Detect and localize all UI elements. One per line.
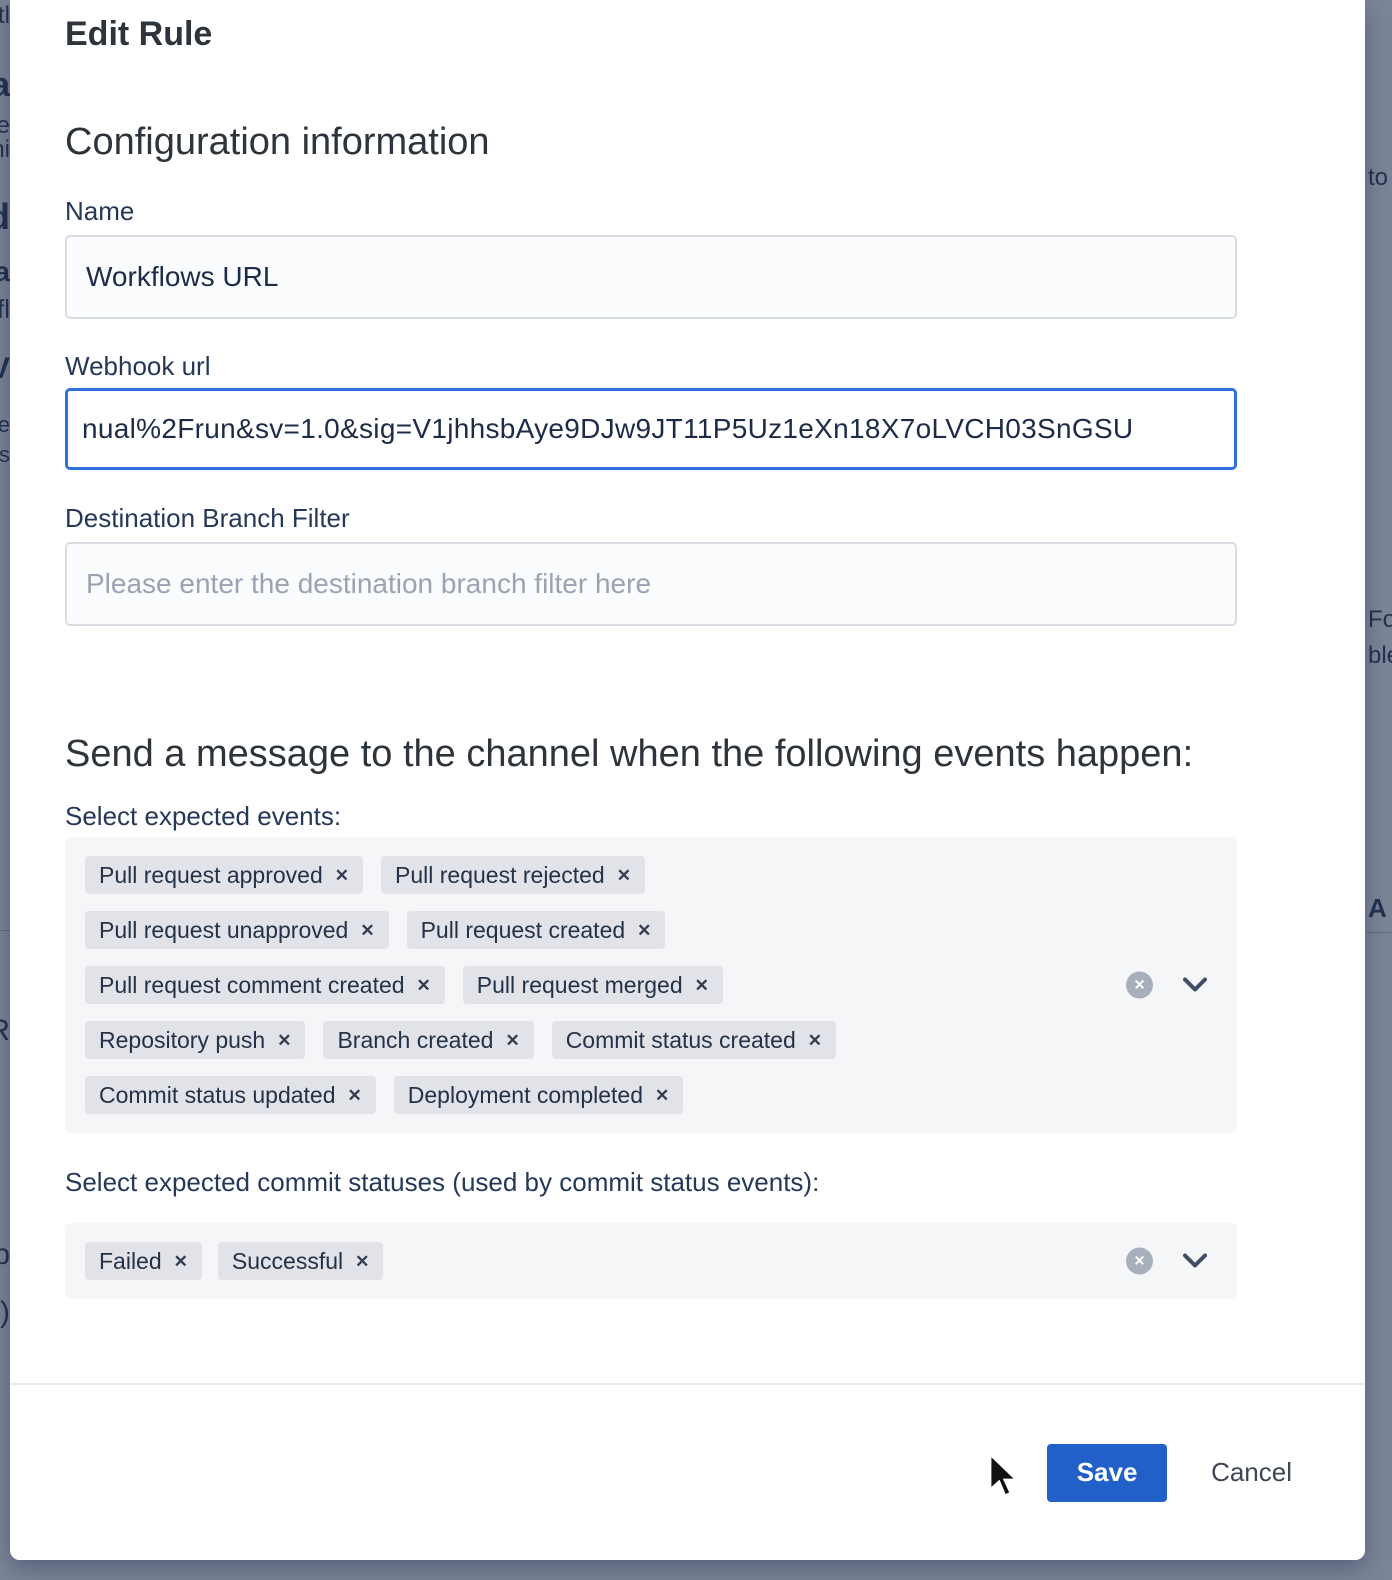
remove-tag-icon[interactable]: ✕: [277, 1032, 291, 1049]
clear-all-icon[interactable]: ✕: [1126, 972, 1153, 999]
dialog-title: Edit Rule: [65, 14, 1245, 54]
dialog-footer: Save Cancel: [10, 1383, 1365, 1560]
name-label: Name: [65, 196, 1245, 226]
edit-rule-dialog: Edit Rule Configuration information Name…: [10, 0, 1365, 1560]
chevron-down-icon[interactable]: [1183, 1254, 1207, 1269]
remove-tag-icon[interactable]: ✕: [505, 1032, 519, 1049]
config-section-heading: Configuration information: [65, 118, 1245, 166]
event-tag: Pull request comment created✕: [85, 966, 445, 1004]
save-button[interactable]: Save: [1047, 1444, 1167, 1502]
bg-divider: [1366, 932, 1392, 933]
remove-tag-icon[interactable]: ✕: [417, 977, 431, 994]
name-input[interactable]: [65, 235, 1237, 319]
expected-events-multiselect[interactable]: Pull request approved✕ Pull request reje…: [65, 837, 1237, 1133]
remove-tag-icon[interactable]: ✕: [355, 1253, 369, 1270]
event-tag: Pull request merged✕: [463, 966, 723, 1004]
event-tag: Commit status updated✕: [85, 1076, 376, 1114]
clear-all-icon[interactable]: ✕: [1126, 1248, 1153, 1275]
event-tag: Deployment completed✕: [394, 1076, 683, 1114]
webhook-url-label: Webhook url: [65, 351, 1245, 381]
remove-tag-icon[interactable]: ✕: [335, 867, 349, 884]
event-tag: Branch created✕: [323, 1021, 533, 1059]
destination-branch-filter-input[interactable]: [65, 542, 1237, 626]
remove-tag-icon[interactable]: ✕: [637, 922, 651, 939]
remove-tag-icon[interactable]: ✕: [348, 1087, 362, 1104]
remove-tag-icon[interactable]: ✕: [360, 922, 374, 939]
events-section-heading: Send a message to the channel when the f…: [65, 721, 1200, 787]
status-tag: Successful✕: [218, 1242, 383, 1280]
commit-statuses-multiselect[interactable]: Failed✕ Successful✕ ✕: [65, 1223, 1237, 1299]
remove-tag-icon[interactable]: ✕: [174, 1253, 188, 1270]
chevron-down-icon[interactable]: [1183, 978, 1207, 993]
event-tag: Pull request created✕: [407, 911, 666, 949]
expected-events-label: Select expected events:: [65, 801, 1245, 831]
remove-tag-icon[interactable]: ✕: [695, 977, 709, 994]
bg-divider: [0, 930, 10, 931]
event-tag: Repository push✕: [85, 1021, 305, 1059]
bg-text-fragment: to: [1366, 164, 1392, 210]
event-tag: Commit status created✕: [552, 1021, 836, 1059]
event-tag: Pull request unapproved✕: [85, 911, 389, 949]
bg-text-fragment: ble: [1366, 642, 1392, 688]
event-tag: Pull request rejected✕: [381, 856, 645, 894]
remove-tag-icon[interactable]: ✕: [617, 867, 631, 884]
mouse-cursor: [988, 1452, 1026, 1507]
remove-tag-icon[interactable]: ✕: [655, 1087, 669, 1104]
event-tag: Pull request approved✕: [85, 856, 363, 894]
cancel-button[interactable]: Cancel: [1211, 1457, 1292, 1488]
expected-commit-statuses-label: Select expected commit statuses (used by…: [65, 1167, 1245, 1197]
webhook-url-input[interactable]: [65, 388, 1237, 470]
destination-branch-filter-label: Destination Branch Filter: [65, 503, 1245, 533]
status-tag: Failed✕: [85, 1242, 202, 1280]
remove-tag-icon[interactable]: ✕: [808, 1032, 822, 1049]
